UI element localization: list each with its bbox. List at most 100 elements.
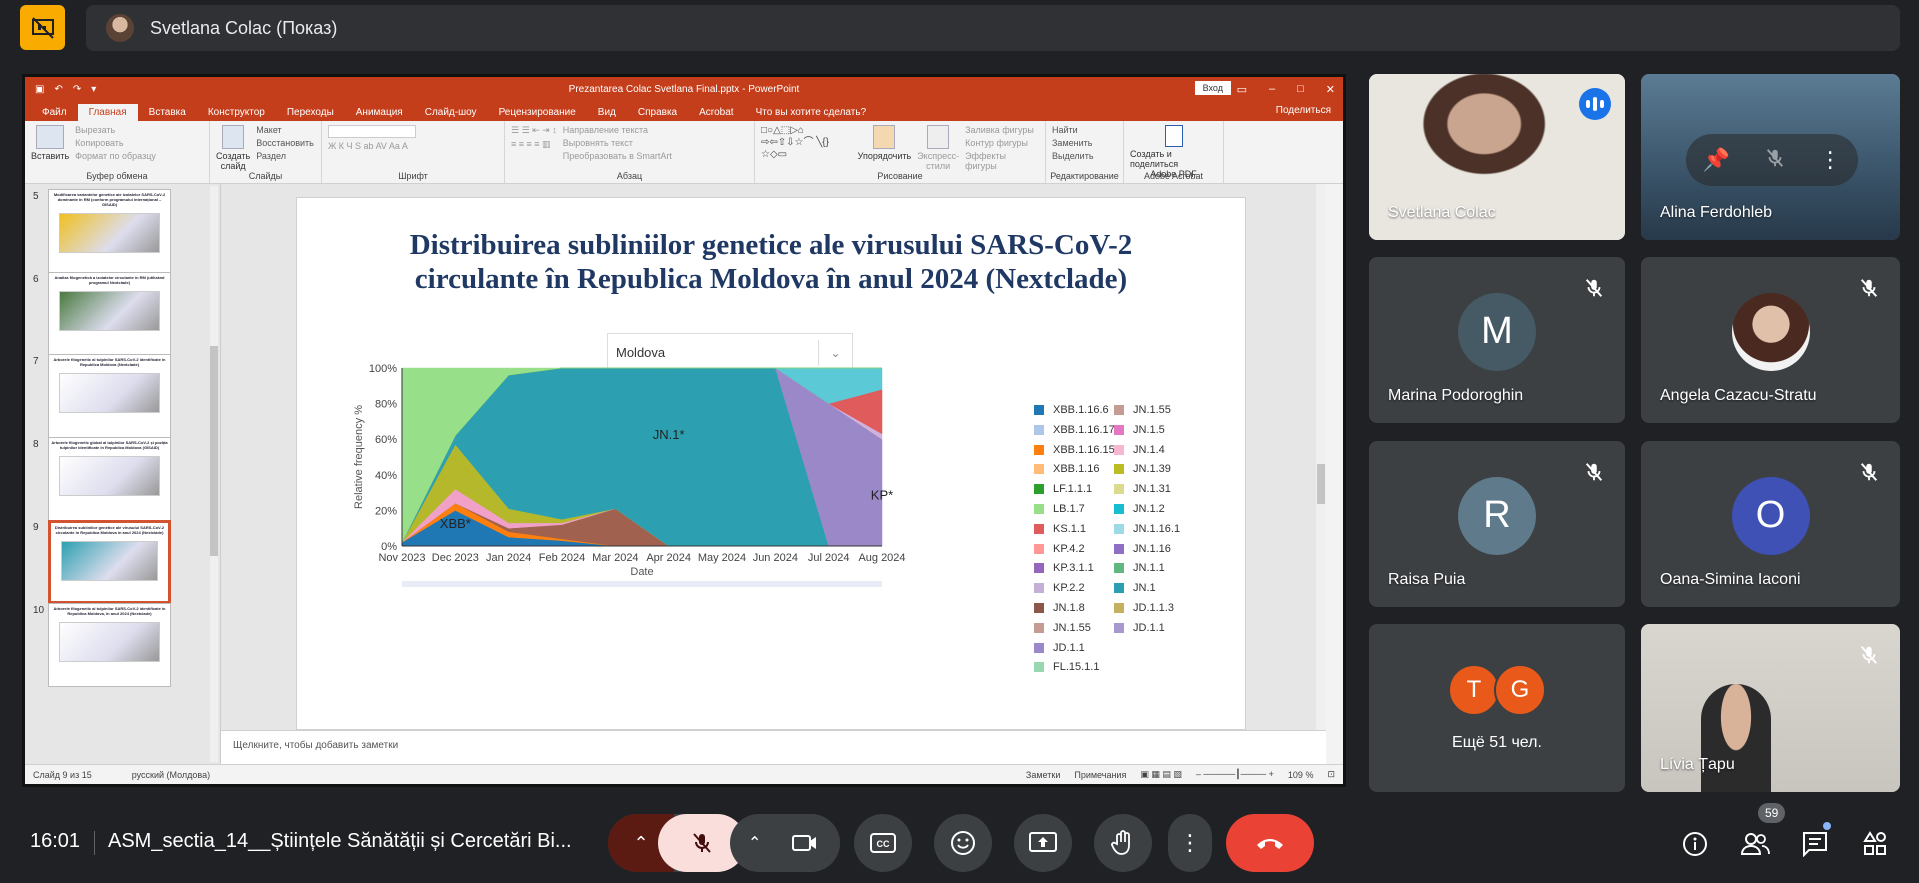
list-buttons[interactable]: ☰ ☰ ⇤ ⇥ ↕ (511, 125, 557, 136)
raise-hand-button[interactable] (1094, 814, 1152, 872)
replace-button[interactable]: Заменить (1052, 138, 1094, 148)
ribbon-tab[interactable]: Анимация (345, 104, 414, 121)
ribbon-display-icon[interactable]: ▭ (1237, 83, 1247, 96)
find-button[interactable]: Найти (1052, 125, 1094, 135)
shape-effects-button[interactable]: Эффекты фигуры (965, 151, 1039, 171)
participant-tile[interactable]: R Raisa Puia (1369, 441, 1625, 607)
legend-item: XBB.1.16 (1034, 463, 1099, 475)
slide-thumbnail[interactable]: Analiza filogenetică a izolatelor circul… (48, 272, 171, 356)
present-indicator-icon[interactable] (20, 5, 65, 50)
participant-tile[interactable]: M Marina Podoroghin (1369, 257, 1625, 423)
paragraph-group: ☰ ☰ ⇤ ⇥ ↕ ≡ ≡ ≡ ≡ ▥ Направление текста В… (505, 121, 755, 183)
participant-tile[interactable]: O Oana-Simina Iaconi (1641, 441, 1900, 607)
layout-button[interactable]: Макет (256, 125, 314, 135)
slide-thumbnail[interactable]: Modificarea variantelor genetice ale izo… (48, 189, 171, 273)
align-buttons[interactable]: ≡ ≡ ≡ ≡ ▥ (511, 139, 557, 150)
reactions-button[interactable] (934, 814, 992, 872)
format-painter-button[interactable]: Формат по образцу (75, 151, 156, 161)
avatar: R (1458, 476, 1536, 555)
ribbon-tab[interactable]: Acrobat (688, 104, 744, 121)
slide-number: 9 (33, 522, 39, 533)
slide-thumbnail[interactable]: Arborele filogenetic al tulpinilor SARS-… (48, 354, 171, 438)
leave-call-button[interactable] (1226, 814, 1314, 872)
camera-toggle-button[interactable] (770, 814, 840, 872)
ribbon-tab[interactable]: Главная (77, 104, 138, 121)
range-slider (402, 581, 882, 587)
ribbon-tab[interactable]: Вставка (138, 104, 197, 121)
slide-thumbnail[interactable]: Distribuirea subliniilor genetice ale vi… (48, 520, 171, 604)
chat-button[interactable] (1797, 826, 1833, 862)
shape-fill-button[interactable]: Заливка фигуры (965, 125, 1039, 135)
scroll-thumb[interactable] (1317, 464, 1325, 504)
legend-item: JN.1.16.1 (1114, 523, 1180, 535)
ribbon-tab[interactable]: Рецензирование (488, 104, 587, 121)
ribbon-tab[interactable]: Справка (627, 104, 688, 121)
pin-icon[interactable]: 📌 (1703, 147, 1730, 173)
thumbnail-image (59, 456, 160, 496)
maximize-icon[interactable]: □ (1297, 83, 1304, 96)
align-text-button[interactable]: Выровнять текст (563, 138, 672, 148)
activities-button[interactable] (1857, 826, 1893, 862)
legend-swatch (1114, 464, 1124, 475)
copy-button[interactable]: Копировать (75, 138, 156, 148)
more-options-button[interactable]: ⋮ (1168, 814, 1212, 872)
avatar: M (1458, 292, 1536, 371)
more-participants-tile[interactable]: T G Ещё 51 чел. (1369, 624, 1625, 792)
ribbon-tab[interactable]: Вид (587, 104, 627, 121)
participant-tile[interactable]: 📌 ⋮ Alina Ferdohleb (1641, 74, 1900, 240)
participant-tile[interactable]: Svetlana Colac (1369, 74, 1625, 240)
comments-toggle[interactable]: Примечания (1074, 770, 1126, 780)
notes-pane[interactable]: Щелкните, чтобы добавить заметки (221, 730, 1326, 764)
video-options-chevron-icon[interactable]: ⌃ (748, 833, 761, 853)
font-name-select[interactable] (328, 125, 416, 138)
editing-group: Найти Заменить Выделить Редактирование (1046, 121, 1124, 183)
present-now-button[interactable] (1014, 814, 1072, 872)
legend-item: XBB.1.16.15 (1034, 444, 1115, 456)
shapes-gallery[interactable]: □○△⬚▷⌂ ⇨⇦⇧⇩☆⌒ ╲{}☆◇▭ (761, 125, 852, 163)
smartart-button[interactable]: Преобразовать в SmartArt (563, 151, 672, 161)
minimize-icon[interactable]: – (1269, 83, 1275, 96)
ribbon-tab[interactable]: Конструктор (197, 104, 276, 121)
fit-slide-icon[interactable]: ⊡ (1327, 769, 1335, 780)
section-button[interactable]: Раздел (256, 151, 314, 161)
close-icon[interactable]: ✕ (1326, 83, 1335, 96)
legend-label: JN.1.55 (1133, 404, 1171, 416)
current-slide[interactable]: Distribuirea subliniilor genetice ale vi… (296, 197, 1246, 730)
canvas-scrollbar[interactable] (1316, 184, 1326, 730)
reset-button[interactable]: Восстановить (256, 138, 314, 148)
shape-outline-button[interactable]: Контур фигуры (965, 138, 1039, 148)
captions-button[interactable]: CC (854, 814, 912, 872)
meeting-details-button[interactable] (1677, 826, 1713, 862)
language-status[interactable]: русский (Молдова) (132, 770, 210, 780)
people-button[interactable] (1737, 826, 1773, 862)
participant-tile[interactable]: Lívia Țapu (1641, 624, 1900, 792)
select-button[interactable]: Выделить (1052, 151, 1094, 161)
ribbon-tab[interactable]: Слайд-шоу (414, 104, 488, 121)
login-button[interactable]: Вход (1194, 81, 1231, 95)
zoom-slider[interactable]: – ─────┃──── + (1196, 769, 1274, 780)
x-tick-label: Mar 2024 (592, 552, 638, 564)
meeting-name[interactable]: ASM_sectia_14__Științele Sănătății și Ce… (108, 830, 586, 853)
share-button[interactable]: Поделиться (1276, 105, 1331, 116)
slide-thumbnail[interactable]: Arborele filogenetic al tulpinilor SARS-… (48, 603, 171, 687)
notes-toggle[interactable]: Заметки (1026, 770, 1060, 780)
slide-thumbnail[interactable]: Arborele filogenetic global al tulpinilo… (48, 437, 171, 521)
mute-participant-icon[interactable] (1764, 147, 1786, 174)
legend-item: JD.1.1 (1114, 622, 1165, 634)
ribbon-tab[interactable]: Что вы хотите сделать? (745, 104, 878, 121)
participant-name: Angela Cazacu-Stratu (1660, 387, 1817, 404)
text-direction-button[interactable]: Направление текста (563, 125, 672, 135)
view-buttons[interactable]: ▣ ▦ ▤ ▧ (1140, 769, 1182, 780)
more-vert-icon[interactable]: ⋮ (1819, 147, 1841, 173)
ribbon-tab[interactable]: Файл (31, 104, 78, 121)
zoom-level[interactable]: 109 % (1288, 770, 1314, 780)
font-format-buttons[interactable]: Ж К Ч S ab AV Aa A (328, 141, 416, 151)
legend-swatch (1114, 504, 1124, 514)
cut-button[interactable]: Вырезать (75, 125, 156, 135)
scroll-thumb[interactable] (210, 346, 218, 556)
legend-item: JD.1.1 (1034, 642, 1085, 654)
participant-tile[interactable]: Angela Cazacu-Stratu (1641, 257, 1900, 423)
group-label: Слайды (248, 171, 283, 181)
ribbon-tab[interactable]: Переходы (276, 104, 345, 121)
thumbnails-scrollbar[interactable] (210, 186, 218, 762)
